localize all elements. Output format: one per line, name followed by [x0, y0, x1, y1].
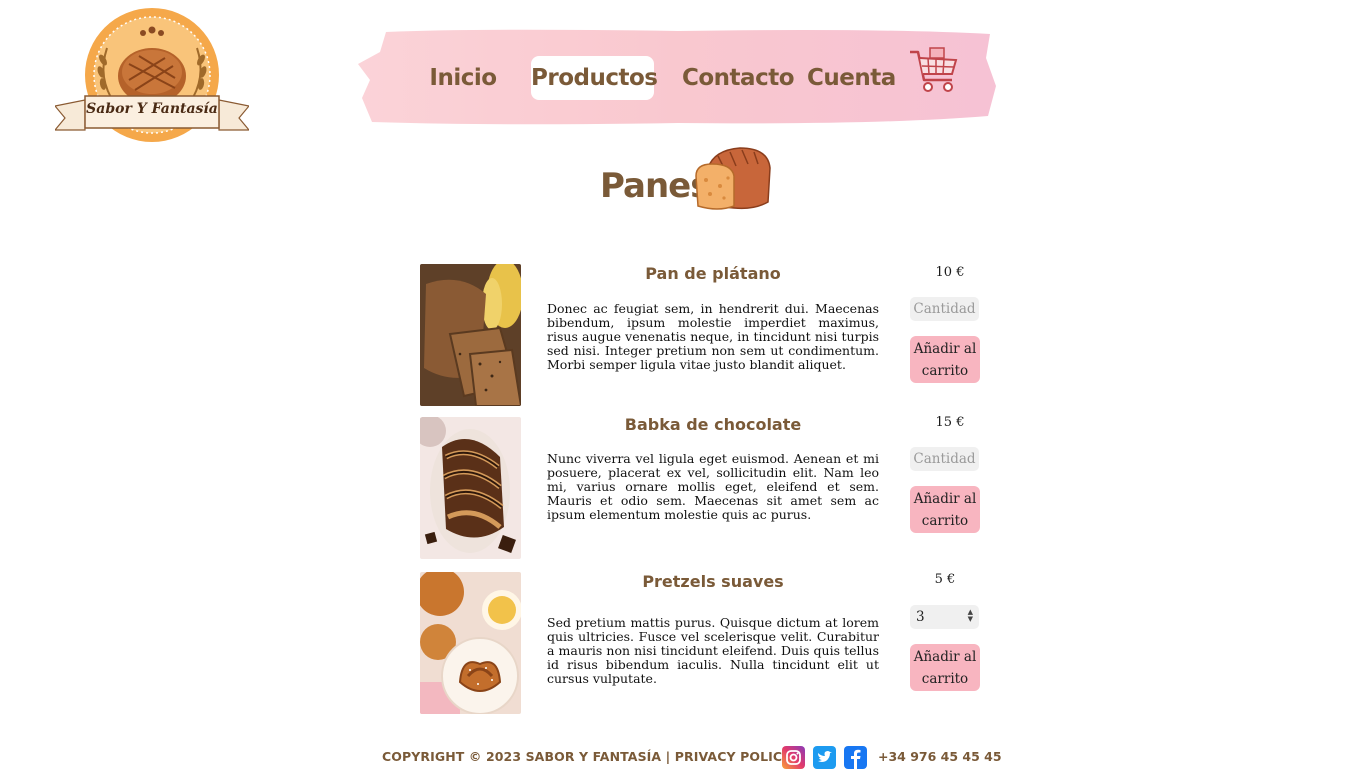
twitter-icon[interactable]	[813, 746, 836, 769]
product-name: Pretzels suaves	[642, 572, 784, 591]
add-to-cart-button[interactable]: Añadir al carrito	[910, 486, 980, 533]
product-description: Donec ac feugiat sem, in hendrerit dui. …	[547, 301, 879, 372]
footer-copyright-line: COPYRIGHT © 2023 SABOR Y FANTASÍA | PRIV…	[382, 749, 791, 764]
nav-productos[interactable]: Productos	[531, 56, 658, 100]
product-photo-chocolate-babka	[420, 417, 521, 559]
quantity-stepper[interactable]: 3 ▲ ▼	[910, 605, 979, 629]
facebook-icon[interactable]	[844, 746, 867, 769]
product-item: Pan de plátano Donec ac feugiat sem, in …	[420, 264, 990, 406]
footer: COPYRIGHT © 2023 SABOR Y FANTASÍA | PRIV…	[382, 746, 1002, 769]
quantity-value: 3	[916, 609, 925, 625]
product-photo-soft-pretzels	[420, 572, 521, 714]
nav-cuenta[interactable]: Cuenta	[807, 56, 896, 100]
privacy-policy-link[interactable]: PRIVACY POLICY	[675, 749, 792, 764]
product-price: 15 €	[935, 415, 965, 430]
product-item: Babka de chocolate Nunc viverra vel ligu…	[420, 415, 990, 559]
add-to-cart-button[interactable]: Añadir al carrito	[910, 336, 980, 383]
footer-phone: +34 976 45 45 45	[878, 749, 1002, 764]
product-price: 5 €	[934, 572, 956, 587]
instagram-icon[interactable]	[782, 746, 805, 769]
copyright-text: COPYRIGHT © 2023 SABOR Y FANTASÍA |	[382, 749, 671, 764]
spin-arrows-icon[interactable]: ▲ ▼	[968, 609, 973, 623]
quantity-input[interactable]: Cantidad	[910, 447, 979, 471]
product-description: Nunc viverra vel ligula eget euismod. Ae…	[547, 451, 879, 522]
bread-loaf-icon	[694, 146, 772, 212]
product-name: Babka de chocolate	[624, 415, 802, 434]
shopping-cart-icon[interactable]	[908, 44, 960, 94]
product-price: 10 €	[935, 265, 965, 280]
brand-logo[interactable]: Sabor Y Fantasía	[55, 8, 249, 144]
add-to-cart-button[interactable]: Añadir al carrito	[910, 644, 980, 691]
product-name: Pan de plátano	[645, 264, 781, 283]
nav-contacto[interactable]: Contacto	[682, 56, 795, 100]
product-item: Pretzels suaves Sed pretium mattis purus…	[420, 572, 990, 714]
product-photo-banana-bread	[420, 264, 521, 406]
main-nav: Inicio Productos Contacto Cuenta	[358, 28, 996, 126]
product-description: Sed pretium mattis purus. Quisque dictum…	[547, 615, 879, 686]
nav-inicio[interactable]: Inicio	[424, 56, 502, 100]
brand-name: Sabor Y Fantasía	[86, 101, 218, 117]
quantity-input[interactable]: Cantidad	[910, 297, 979, 321]
